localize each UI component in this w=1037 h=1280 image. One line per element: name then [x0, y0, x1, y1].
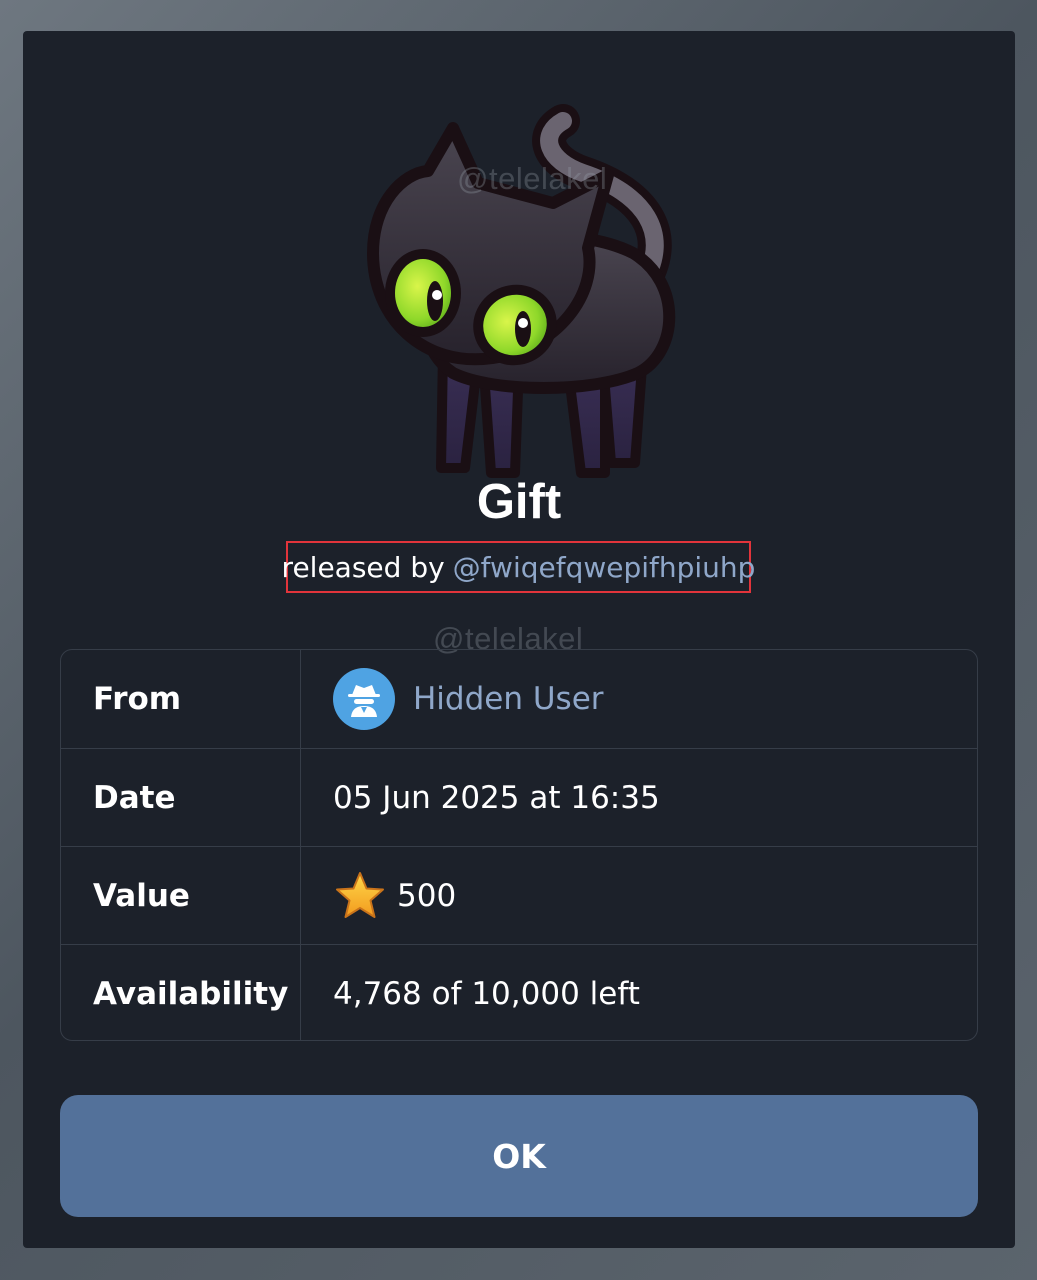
released-by-line: released by @fwiqefqwepifhpiuhp [282, 541, 755, 593]
table-row-value: Value 500 [61, 846, 977, 945]
date-label: Date [61, 749, 301, 847]
gift-dialog: @telelakel Gift released by @fwiqefqwepi… [23, 31, 1015, 1248]
released-by-link[interactable]: @fwiqefqwepifhpiuhp [453, 551, 756, 584]
dialog-title: Gift [476, 475, 562, 529]
availability-label: Availability [61, 945, 301, 1040]
from-user-link[interactable]: Hidden User [413, 681, 604, 717]
date-value: 05 Jun 2025 at 16:35 [333, 780, 660, 816]
released-by-prefix: released by [281, 550, 445, 584]
value-amount: 500 [397, 878, 457, 914]
gift-details-table: From Hidden User Date 05 Jun 2025 at 16:… [60, 649, 978, 1041]
black-cat-gift-icon [367, 104, 676, 478]
watermark: @telelakel [457, 161, 608, 196]
star-icon [333, 869, 387, 923]
value-cell: 500 [301, 847, 977, 945]
table-row-date: Date 05 Jun 2025 at 16:35 [61, 748, 977, 847]
from-value-cell[interactable]: Hidden User [301, 650, 977, 748]
table-row-from: From Hidden User [61, 650, 977, 748]
table-row-availability: Availability 4,768 of 10,000 left [61, 944, 977, 1040]
value-label: Value [61, 847, 301, 945]
ok-button[interactable]: OK [60, 1095, 978, 1217]
hidden-user-spy-icon[interactable] [333, 668, 395, 730]
availability-value: 4,768 of 10,000 left [333, 976, 640, 1012]
from-label: From [61, 650, 301, 748]
